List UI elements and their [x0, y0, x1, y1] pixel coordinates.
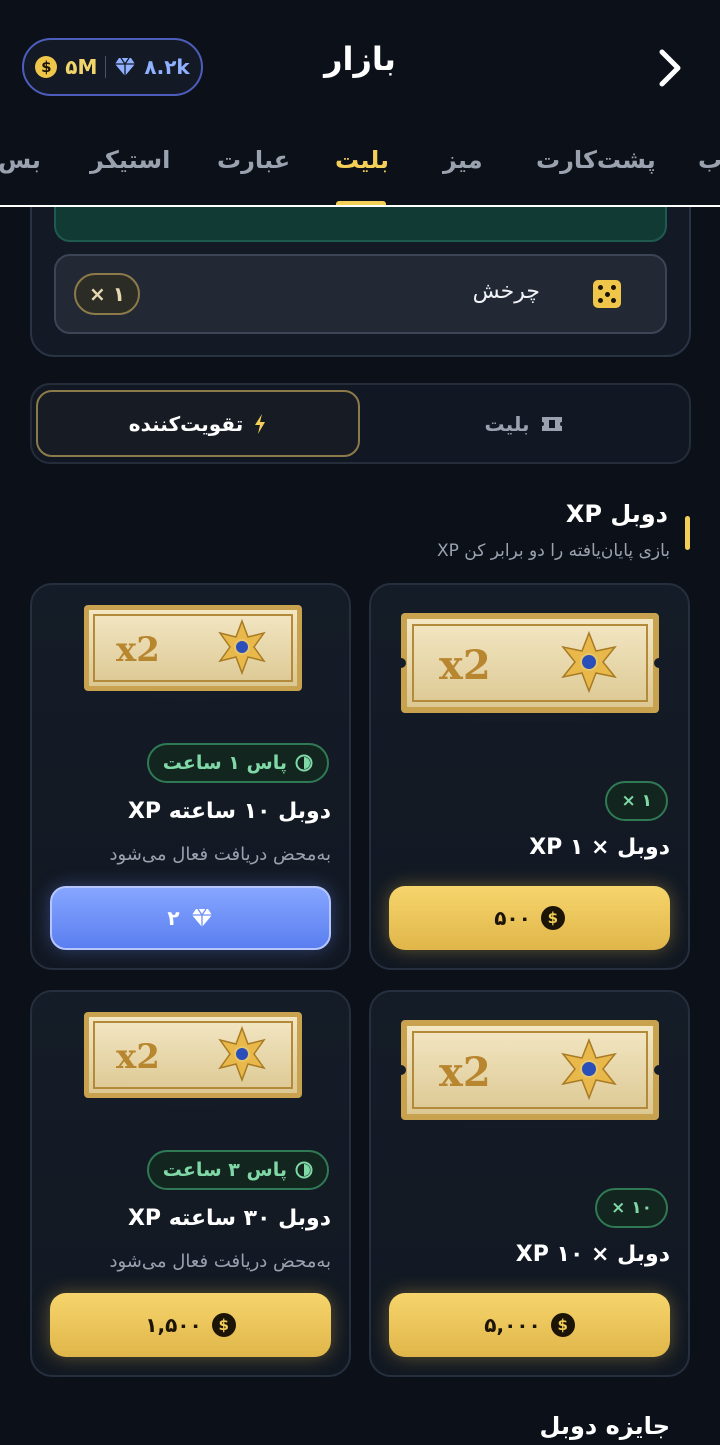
- buy-button[interactable]: ۲: [50, 886, 331, 950]
- xp-double-ticket-image: x2: [399, 613, 661, 721]
- pass-duration-badge: پاس ۱ ساعت: [146, 743, 329, 783]
- tab-partial-right[interactable]: ب: [698, 146, 720, 174]
- gem-icon: [115, 57, 136, 76]
- card-title: XP دوبل ۱۰ ساعته: [127, 799, 331, 824]
- toggle-ticket-label: بلیت: [484, 411, 530, 436]
- dice-icon: [593, 280, 621, 308]
- back-button[interactable]: [648, 40, 692, 96]
- buy-button[interactable]: ۱,۵۰۰ $: [50, 1293, 331, 1357]
- lightning-icon: [255, 413, 266, 434]
- toggle-ticket[interactable]: بلیت: [362, 390, 686, 457]
- toggle-booster[interactable]: تقویت‌کننده: [36, 390, 360, 457]
- xp-double-ticket-image: x2: [83, 1012, 303, 1106]
- section-subtitle: XP بازی پایان‌یافته را دو برابر کن: [436, 541, 670, 561]
- pass-duration-label: پاس ۳ ساعت: [162, 1159, 287, 1181]
- price-label: ۲: [167, 906, 180, 930]
- tab-card-back[interactable]: پشت‌کارت: [536, 146, 656, 174]
- price-label: ۵۰۰: [494, 906, 531, 930]
- ticket-icon: [541, 416, 562, 431]
- tab-table[interactable]: میز: [443, 146, 483, 174]
- svg-text:x2: x2: [439, 1049, 491, 1096]
- card-title: XP دوبل × ۱۰: [515, 1242, 670, 1267]
- buy-button[interactable]: ۵,۰۰۰ $: [389, 1293, 670, 1357]
- svg-text:x2: x2: [439, 642, 491, 689]
- coin-balance: ۵M: [65, 55, 98, 79]
- product-card[interactable]: x2 پاس ۳ ساعت XP دوبل ۳۰ ساعته به‌محض در…: [30, 990, 351, 1377]
- pill-divider: [105, 56, 107, 78]
- section-title: XP دوبل: [565, 500, 668, 528]
- product-card[interactable]: x2 × ۱۰ XP دوبل × ۱۰ ۵,۰۰۰ $: [369, 990, 690, 1377]
- spin-row: [54, 254, 667, 334]
- spin-multiplier-badge: × ۱: [74, 273, 140, 315]
- coin-icon: $: [211, 1313, 236, 1337]
- product-card[interactable]: x2 پاس ۱ ساعت XP دوبل ۱۰ ساعته به‌محض در…: [30, 583, 351, 970]
- coin-icon: $: [540, 906, 565, 930]
- gem-balance: ۸.۲k: [144, 55, 190, 79]
- tab-ticket[interactable]: بلیت: [335, 146, 389, 174]
- timer-icon: [295, 1161, 313, 1179]
- balance-pill[interactable]: $ ۵M ۸.۲k: [22, 38, 203, 96]
- spin-label: چرخش: [472, 279, 540, 304]
- product-card[interactable]: x2 × ۱ XP دوبل × ۱ ۵۰۰ $: [369, 583, 690, 970]
- category-tabs: ب پشت‌کارت میز بلیت عبارت استیکر بس: [0, 130, 720, 206]
- svg-text:x2: x2: [116, 630, 160, 670]
- tabs-divider: [0, 205, 720, 207]
- chevron-right-icon: [659, 49, 681, 87]
- gem-icon: [191, 908, 212, 927]
- timer-icon: [295, 754, 313, 772]
- tab-partial-left[interactable]: بس: [0, 146, 41, 174]
- next-section-title: جایزه دوبل: [539, 1412, 670, 1440]
- coin-icon: $: [35, 56, 58, 78]
- pass-duration-label: پاس ۱ ساعت: [162, 752, 287, 774]
- tab-phrase[interactable]: عبارت: [217, 146, 290, 174]
- price-label: ۵,۰۰۰: [484, 1313, 541, 1337]
- card-title: XP دوبل × ۱: [529, 835, 670, 860]
- svg-text:x2: x2: [116, 1037, 160, 1077]
- section-accent-bar: [685, 516, 690, 550]
- card-description: به‌محض دریافت فعال می‌شود: [109, 844, 331, 865]
- coin-icon: $: [550, 1313, 575, 1337]
- buy-button[interactable]: ۵۰۰ $: [389, 886, 670, 950]
- quantity-badge: × ۱: [605, 781, 668, 821]
- tab-sticker[interactable]: استیکر: [90, 146, 170, 174]
- quantity-badge: × ۱۰: [595, 1188, 668, 1228]
- toggle-booster-label: تقویت‌کننده: [128, 411, 244, 436]
- xp-double-ticket-image: x2: [399, 1020, 661, 1128]
- xp-double-ticket-image: x2: [83, 605, 303, 699]
- page-title: بازار: [324, 40, 396, 78]
- pass-duration-badge: پاس ۳ ساعت: [146, 1150, 329, 1190]
- card-description: به‌محض دریافت فعال می‌شود: [109, 1251, 331, 1272]
- card-title: XP دوبل ۳۰ ساعته: [127, 1206, 331, 1231]
- price-label: ۱,۵۰۰: [145, 1313, 202, 1337]
